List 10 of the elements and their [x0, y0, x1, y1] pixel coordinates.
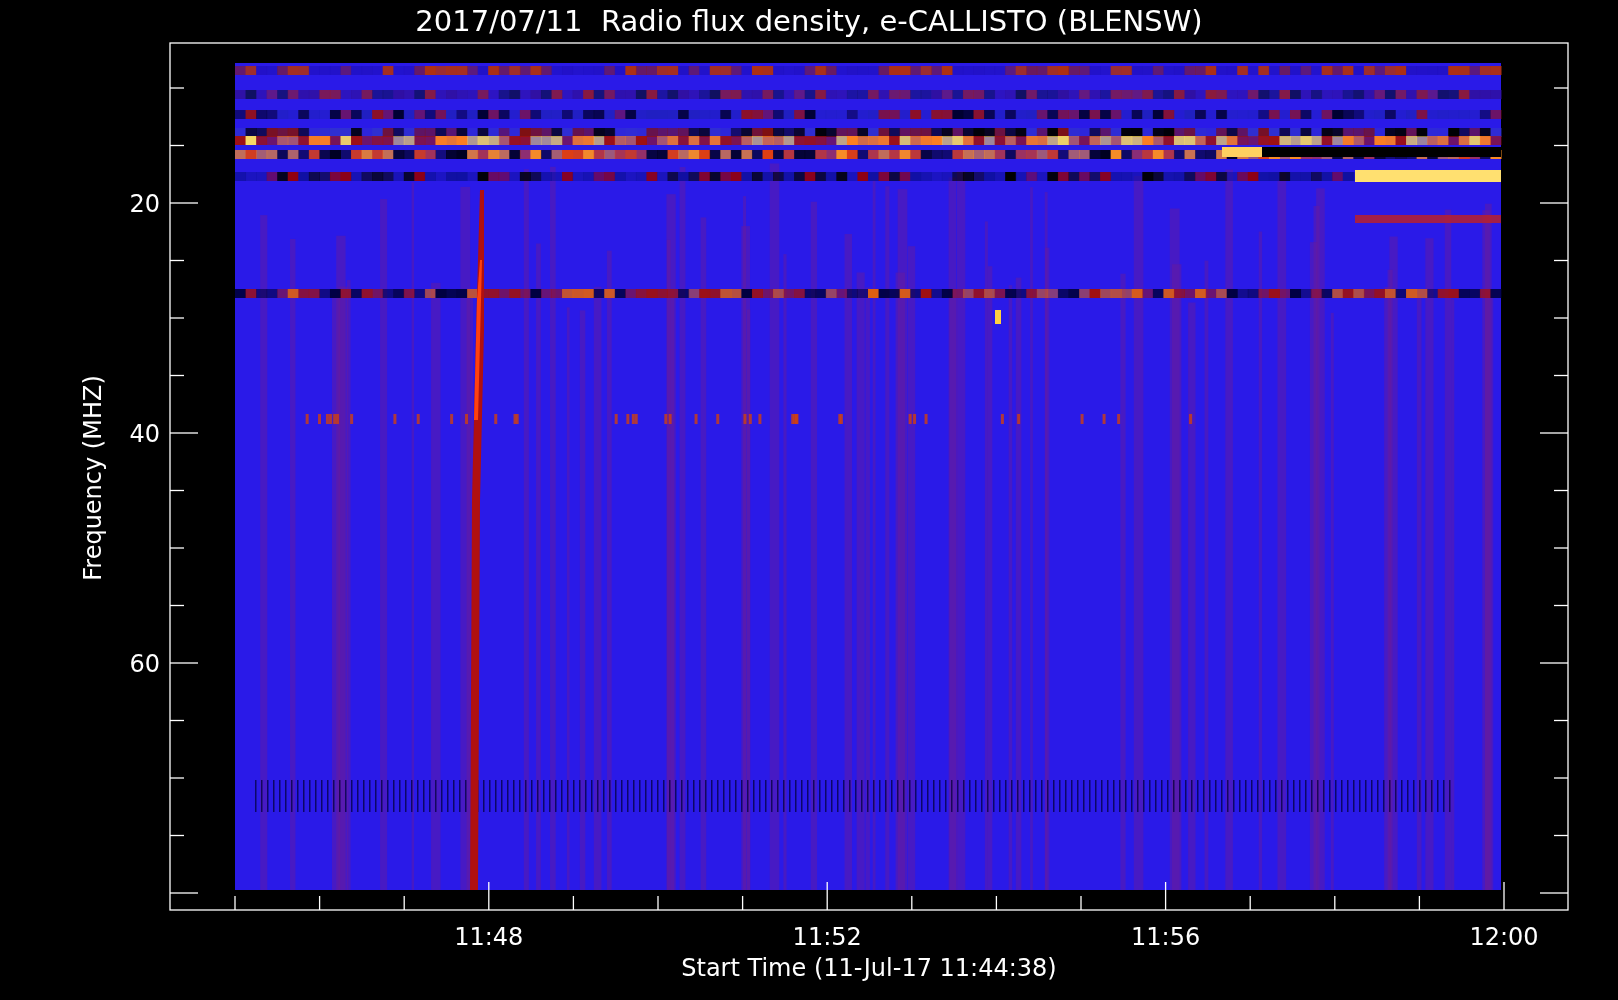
x-tick-label: 11:52 [792, 923, 862, 951]
y-tick-label: 60 [129, 650, 160, 678]
y-tick-label: 20 [129, 190, 160, 218]
x-tick-label: 12:00 [1469, 923, 1539, 951]
y-axis-label: Frequency (MHZ) [79, 375, 107, 581]
y-tick-label: 40 [129, 420, 160, 448]
x-tick-label: 11:48 [454, 923, 524, 951]
chart-title: 2017/07/11 Radio flux density, e-CALLISTO (BLENSW) [415, 4, 1203, 38]
x-axis-label: Start Time (11-Jul-17 11:44:38) [681, 954, 1057, 982]
x-tick-label: 11:56 [1131, 923, 1201, 951]
